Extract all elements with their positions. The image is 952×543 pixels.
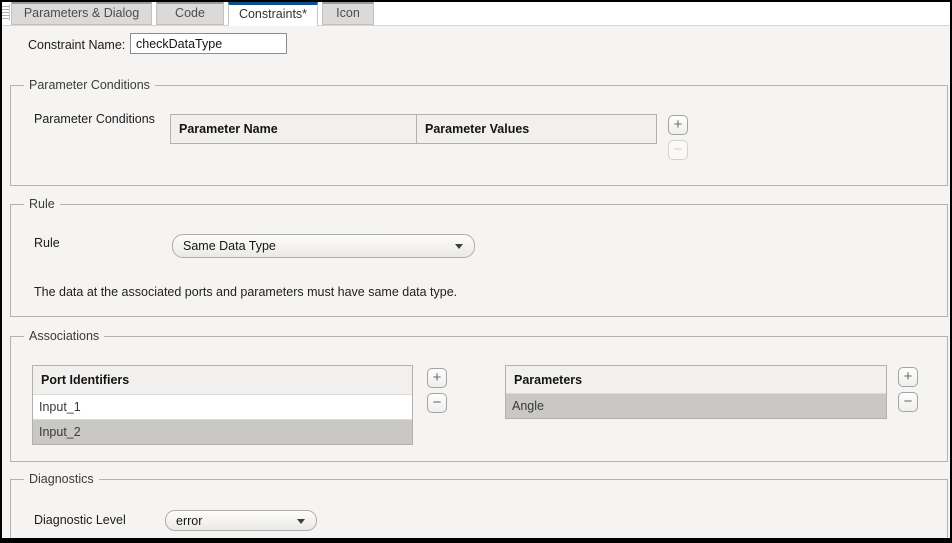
tab-icon[interactable]: Icon [322, 2, 374, 25]
column-header-parameter-name: Parameter Name [171, 115, 416, 143]
chevron-down-icon [297, 519, 305, 524]
parameter-conditions-label: Parameter Conditions [34, 112, 155, 126]
constraint-name-input[interactable] [130, 33, 287, 54]
rule-description: The data at the associated ports and par… [34, 285, 457, 299]
table-row[interactable]: Input_2 [33, 419, 412, 444]
parameter-conditions-legend: Parameter Conditions [24, 78, 155, 92]
remove-port-button[interactable]: − [427, 393, 447, 413]
diagnostic-level-value: error [176, 514, 202, 528]
diagnostics-fieldset: Diagnostics Diagnostic Level error [10, 479, 948, 543]
parameters-table: Parameters Angle [505, 365, 887, 419]
drag-handle-icon[interactable] [2, 4, 10, 21]
rule-fieldset: Rule Rule Same Data Type The data at the… [10, 204, 948, 317]
add-parameter-button[interactable]: + [898, 367, 918, 387]
table-row[interactable]: Angle [506, 393, 886, 418]
port-identifiers-table: Port Identifiers Input_1 Input_2 [32, 365, 413, 445]
add-condition-button[interactable]: + [668, 115, 688, 135]
column-header-port-identifiers: Port Identifiers [33, 366, 412, 394]
mask-editor-window: Parameters & Dialog Code Constraints* Ic… [0, 0, 952, 543]
tab-code[interactable]: Code [156, 2, 224, 25]
constraint-name-label: Constraint Name: [28, 38, 125, 52]
rule-legend: Rule [24, 197, 60, 211]
tab-constraints[interactable]: Constraints* [228, 2, 318, 26]
parameter-conditions-table: Parameter Name Parameter Values [170, 114, 657, 144]
add-port-button[interactable]: + [427, 368, 447, 388]
remove-condition-button[interactable]: − [668, 140, 688, 160]
diagnostics-legend: Diagnostics [24, 472, 99, 486]
associations-legend: Associations [24, 329, 104, 343]
tab-bar: Parameters & Dialog Code Constraints* Ic… [2, 2, 950, 26]
tab-parameters-dialog[interactable]: Parameters & Dialog [11, 2, 152, 25]
column-header-parameter-values: Parameter Values [416, 115, 656, 143]
table-header-row: Parameter Name Parameter Values [171, 115, 656, 143]
constraints-pane: Constraint Name: Parameter Conditions Pa… [2, 26, 950, 538]
rule-dropdown[interactable]: Same Data Type [172, 234, 475, 258]
diagnostic-level-dropdown[interactable]: error [165, 510, 317, 531]
associations-fieldset: Associations Port Identifiers Input_1 In… [10, 336, 948, 462]
rule-label: Rule [34, 236, 60, 250]
table-header-row: Port Identifiers [33, 366, 412, 394]
diagnostic-level-label: Diagnostic Level [34, 513, 126, 527]
rule-dropdown-value: Same Data Type [183, 239, 276, 253]
table-header-row: Parameters [506, 366, 886, 393]
table-row[interactable]: Input_1 [33, 394, 412, 419]
parameter-conditions-fieldset: Parameter Conditions Parameter Condition… [10, 85, 948, 186]
remove-parameter-button[interactable]: − [898, 392, 918, 412]
chevron-down-icon [455, 244, 463, 249]
column-header-parameters: Parameters [506, 366, 886, 393]
